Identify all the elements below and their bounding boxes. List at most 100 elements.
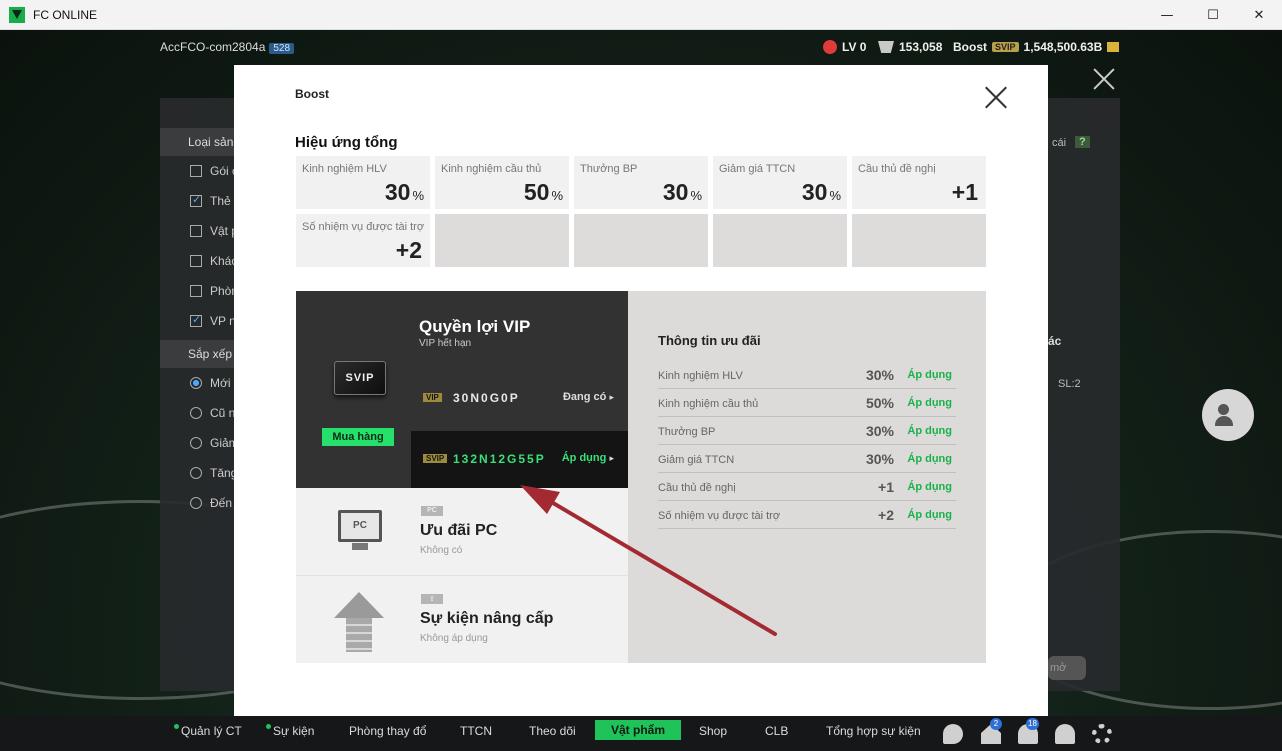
- benefit-status: Áp dụng: [907, 369, 952, 381]
- radio-icon[interactable]: [190, 437, 202, 449]
- benefit-value: +1: [878, 479, 894, 495]
- nav-quan-ly-ct[interactable]: Quản lý CT: [174, 724, 242, 738]
- benefit-value: 30%: [865, 423, 894, 439]
- help-icon[interactable]: ?: [1075, 136, 1090, 148]
- radio-icon[interactable]: [190, 377, 202, 389]
- close-window-button[interactable]: ✕: [1236, 0, 1282, 30]
- level-icon: [823, 40, 837, 54]
- window-title: FC ONLINE: [33, 7, 98, 22]
- effect-label: Kinh nghiệm HLV: [302, 163, 387, 175]
- bp-display: 153,058: [878, 40, 942, 54]
- vip-benefit-block: SVIP Mua hàng Quyền lợi VIP VIP hết hạn …: [296, 291, 628, 488]
- pc-title: Ưu đãi PC: [420, 522, 498, 539]
- nav-phong-thay-do[interactable]: Phòng thay đổ: [349, 724, 426, 738]
- user-chat-icon: [1215, 404, 1241, 426]
- vip-status[interactable]: Đang có: [563, 391, 614, 403]
- nav-shop[interactable]: Shop: [699, 724, 727, 738]
- level-display: LV 0: [823, 40, 866, 54]
- checkbox-icon[interactable]: [190, 313, 202, 327]
- radio-icon[interactable]: [190, 407, 202, 419]
- bottom-nav: Quản lý CT Sự kiện Phòng thay đổ TTCN Th…: [0, 716, 1282, 751]
- support-button[interactable]: [1202, 389, 1254, 441]
- bg-open-button[interactable]: mở: [1048, 656, 1087, 680]
- upgrade-title: Sự kiện nâng cấp: [420, 610, 554, 627]
- outer-close-icon[interactable]: [1093, 68, 1115, 90]
- vip-row[interactable]: VIP 30N0G0P Đang có: [411, 373, 628, 425]
- effect-label: Thưởng BP: [580, 163, 638, 175]
- effect-label: Số nhiệm vụ được tài trợ: [302, 221, 425, 233]
- benefit-value: 30%: [865, 451, 894, 467]
- benefit-name: Giảm giá TTCN: [658, 454, 735, 466]
- radio-icon[interactable]: [190, 497, 202, 509]
- benefit-info-row: Cầu thủ đề nghị +1 Áp dụng: [658, 473, 956, 501]
- chat-icon[interactable]: [943, 724, 963, 744]
- benefit-value: +2: [878, 507, 894, 523]
- account-name: AccFCO-com2804a 528: [160, 40, 295, 54]
- window-titlebar: FC ONLINE — ☐ ✕: [0, 0, 1282, 30]
- pc-benefit-block[interactable]: PC PC Ưu đãi PC Không có: [296, 488, 628, 576]
- benefit-status: Áp dụng: [907, 509, 952, 521]
- window-controls: — ☐ ✕: [1144, 0, 1282, 30]
- benefit-status: Áp dụng: [907, 481, 952, 493]
- nav-dot-icon: [174, 724, 179, 729]
- benefit-info-row: Thưởng BP 30% Áp dụng: [658, 417, 956, 445]
- bg-fragment-top: cái: [1052, 137, 1067, 149]
- benefit-status: Áp dụng: [907, 397, 952, 409]
- profile-icon[interactable]: [1055, 724, 1075, 744]
- boost-modal: Boost Hiệu ứng tổng Kinh nghiệm HLV 30% …: [234, 65, 1048, 716]
- effect-card: Thưởng BP 30%: [574, 156, 708, 209]
- benefit-name: Kinh nghiệm HLV: [658, 370, 743, 382]
- effect-card: Kinh nghiệm cầu thủ 50%: [435, 156, 569, 209]
- close-icon[interactable]: [985, 87, 1007, 109]
- upgrade-subtitle: Không áp dụng: [420, 633, 488, 644]
- modal-title: Boost: [295, 87, 329, 101]
- checkbox-icon[interactable]: [190, 193, 202, 207]
- minimize-button[interactable]: —: [1144, 0, 1190, 30]
- nav-clb[interactable]: CLB: [765, 724, 788, 738]
- effect-card-empty: [852, 214, 986, 267]
- upgrade-arrow-icon: [334, 592, 384, 652]
- nav-vat-pham[interactable]: Vật phẩm: [595, 720, 682, 740]
- buy-button[interactable]: Mua hàng: [322, 428, 394, 446]
- benefit-sources: SVIP Mua hàng Quyền lợi VIP VIP hết hạn …: [296, 291, 628, 663]
- benefit-info-title: Thông tin ưu đãi: [658, 333, 761, 348]
- bg-slot-count: SL:2: [1058, 378, 1081, 390]
- checkbox-icon[interactable]: [190, 255, 202, 267]
- pc-stand-icon: [352, 543, 368, 550]
- effect-value: +1: [951, 179, 978, 205]
- nav-su-kien[interactable]: Sự kiện: [266, 724, 314, 738]
- checkbox-icon[interactable]: [190, 285, 202, 297]
- vip-subtitle: VIP hết hạn: [419, 338, 472, 349]
- effect-card: Giảm giá TTCN 30%: [713, 156, 847, 209]
- app-logo-icon: [9, 6, 25, 23]
- maximize-button[interactable]: ☐: [1190, 0, 1236, 30]
- benefit-info-row: Giảm giá TTCN 30% Áp dụng: [658, 445, 956, 473]
- radio-icon[interactable]: [190, 467, 202, 479]
- checkbox-icon[interactable]: [190, 165, 202, 177]
- effect-label: Giảm giá TTCN: [719, 163, 796, 175]
- benefit-info-row: Kinh nghiệm HLV 30% Áp dụng: [658, 361, 956, 389]
- pc-tag: PC: [421, 506, 443, 516]
- nav-tong-hop-su-kien[interactable]: Tổng hợp sự kiện: [826, 724, 921, 738]
- checkbox-icon[interactable]: [190, 225, 202, 237]
- effect-value: 50%: [523, 179, 563, 205]
- svip-row[interactable]: SVIP 132N12G55P Áp dụng: [411, 431, 628, 488]
- upgrade-event-block[interactable]: ⇧ Sự kiện nâng cấp Không áp dụng: [296, 576, 628, 663]
- nav-theo-doi[interactable]: Theo dõi: [529, 724, 576, 738]
- boost-display[interactable]: Boost SVIP 1,548,500.63B: [953, 40, 1120, 54]
- svip-status[interactable]: Áp dụng: [562, 452, 614, 464]
- benefit-name: Cầu thủ đề nghị: [658, 482, 736, 494]
- gear-icon[interactable]: [1092, 724, 1112, 744]
- nav-ttcn[interactable]: TTCN: [460, 724, 492, 738]
- total-effects-title: Hiệu ứng tổng: [295, 134, 398, 151]
- pc-monitor-icon: PC: [338, 510, 382, 542]
- benefit-info-row: Số nhiệm vụ được tài trợ +2 Áp dụng: [658, 501, 956, 529]
- vip-code: 30N0G0P: [453, 391, 520, 405]
- svip-tag: SVIP: [423, 454, 448, 463]
- bg-fragment-mid: ác: [1048, 334, 1062, 348]
- upgrade-tag: ⇧: [421, 594, 443, 604]
- benefit-value: 30%: [865, 367, 894, 383]
- svip-badge: SVIP: [992, 42, 1019, 52]
- effect-value: 30%: [662, 179, 702, 205]
- svip-code: 132N12G55P: [453, 452, 546, 466]
